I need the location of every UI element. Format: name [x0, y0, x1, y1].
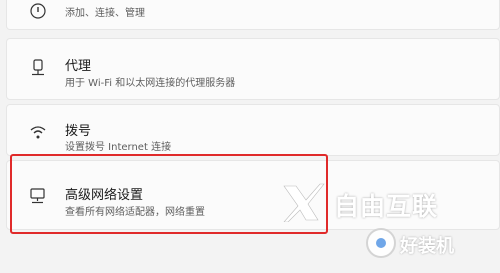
watermark-x-logo [283, 183, 325, 222]
settings-item-dialup[interactable]: 拨号 设置拨号 Internet 连接 [6, 104, 500, 156]
watermark-brand: 自由互联 [334, 192, 439, 221]
settings-item-proxy[interactable]: 代理 用于 Wi-Fi 和以太网连接的代理服务器 [6, 38, 500, 100]
dialup-icon [30, 126, 46, 139]
watermark-logo-icon [366, 228, 396, 258]
settings-item-proxy-title: 代理 [65, 59, 92, 74]
settings-item-proxy-subtitle: 用于 Wi-Fi 和以太网连接的代理服务器 [65, 78, 236, 89]
proxy-icon [32, 59, 44, 76]
highlight-box [10, 154, 328, 234]
settings-item-devices-subtitle: 添加、连接、管理 [65, 8, 145, 19]
settings-item-dialup-title: 拨号 [65, 124, 92, 139]
settings-item-devices[interactable]: 添加、连接、管理 [6, 0, 500, 30]
info-icon [30, 3, 46, 19]
watermark-site: 好装机 [400, 236, 454, 257]
settings-item-dialup-subtitle: 设置拨号 Internet 连接 [65, 142, 172, 153]
